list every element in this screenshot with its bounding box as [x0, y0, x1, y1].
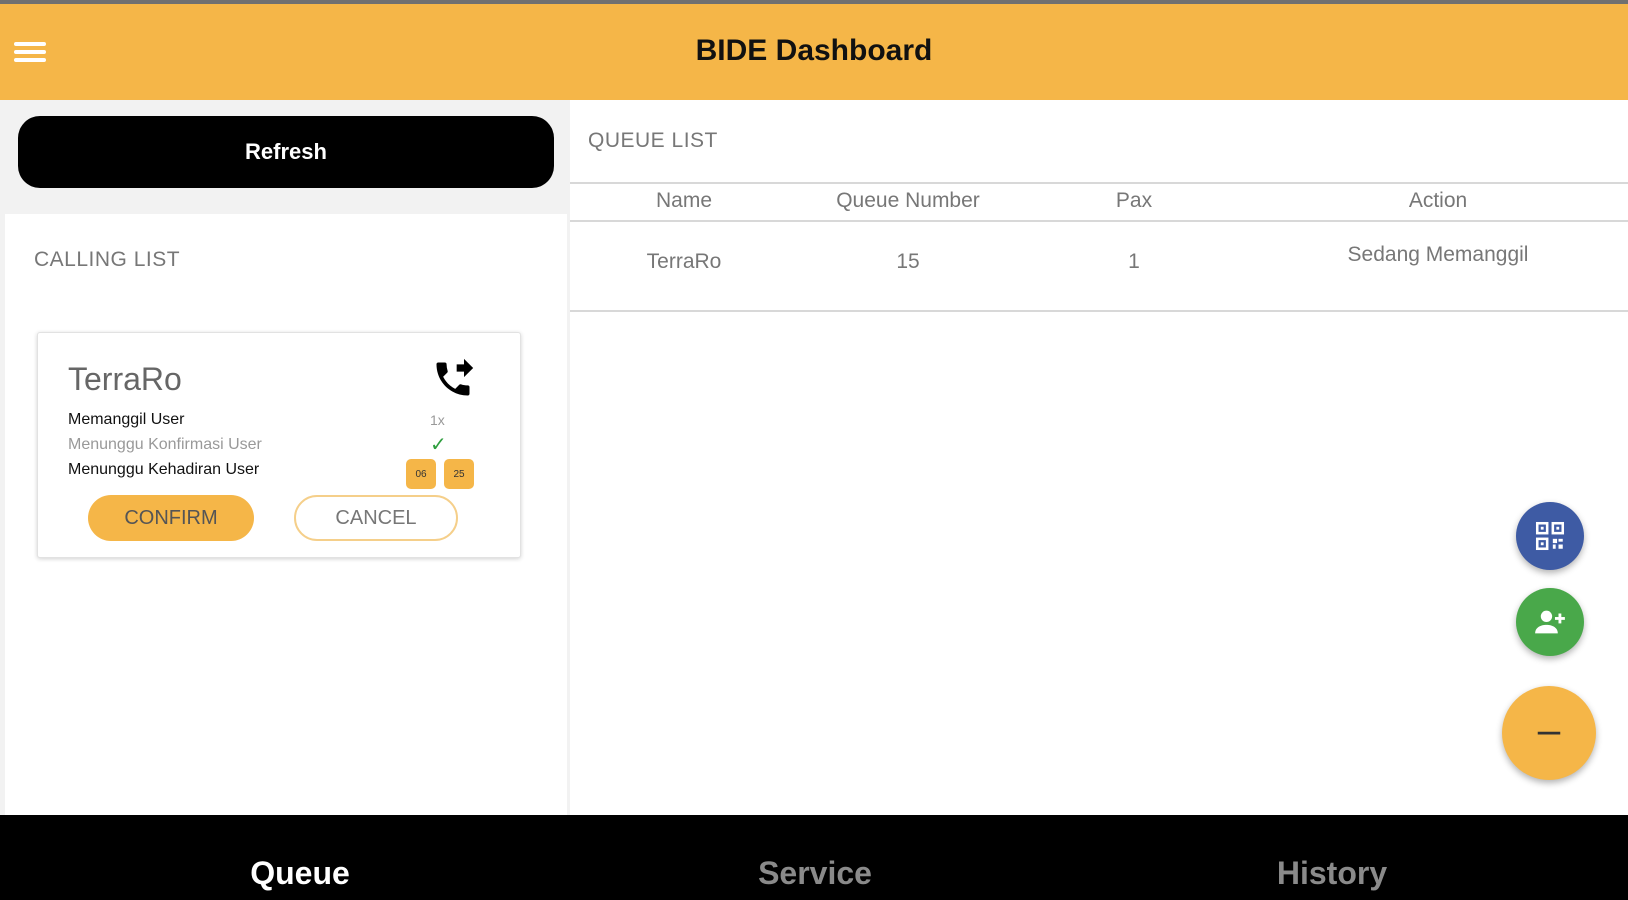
confirm-button[interactable]: CONFIRM [88, 495, 254, 541]
nav-tab-service[interactable]: Service [758, 855, 872, 892]
row-name: TerraRo [646, 250, 722, 273]
check-icon: ✓ [430, 434, 447, 456]
nav-tab-queue[interactable]: Queue [250, 855, 350, 892]
left-column: Refresh CALLING LIST TerraRo Memanggil U… [0, 100, 570, 815]
calling-user-name: TerraRo [68, 361, 182, 397]
bottom-navigation: Queue Service History [0, 815, 1628, 900]
phone-forwarded-icon[interactable] [430, 357, 476, 401]
add-user-button[interactable] [1516, 588, 1584, 656]
app-title: BIDE Dashboard [695, 34, 933, 67]
queue-table: Name Queue Number Pax Action TerraRo 15 … [570, 182, 1628, 312]
calling-card: TerraRo Memanggil User 1x Menunggu Konfi… [37, 332, 521, 558]
collapse-fab-button[interactable] [1502, 686, 1596, 780]
cancel-button[interactable]: CANCEL [294, 495, 458, 541]
timer-seconds: 25 [444, 459, 474, 489]
scan-qr-button[interactable] [1516, 502, 1584, 570]
table-row[interactable]: TerraRo 15 1 Sedang Memanggil [570, 222, 1628, 312]
queue-list-panel: QUEUE LIST Name Queue Number Pax Action … [570, 100, 1628, 815]
timer-minutes: 06 [406, 459, 436, 489]
refresh-button[interactable]: Refresh [18, 116, 554, 188]
column-header-name: Name [655, 189, 713, 212]
queue-list-label: QUEUE LIST [588, 129, 718, 152]
status-waiting-arrival: Menunggu Kehadiran User [68, 461, 260, 478]
row-action-status[interactable]: Sedang Memanggil [1348, 243, 1529, 267]
column-header-pax: Pax [1115, 189, 1153, 212]
minus-icon [1537, 731, 1561, 735]
add-user-icon [1535, 610, 1565, 634]
column-header-queue-number: Queue Number [836, 189, 980, 212]
calling-list-label: CALLING LIST [34, 248, 181, 271]
status-calling-user: Memanggil User [68, 411, 185, 428]
qr-code-icon [1535, 521, 1565, 551]
call-count: 1x [430, 412, 445, 428]
row-pax: 1 [1128, 250, 1140, 273]
status-waiting-confirmation: Menunggu Konfirmasi User [68, 436, 262, 453]
column-header-action: Action [1408, 189, 1468, 212]
calling-list-panel: CALLING LIST TerraRo Memanggil User 1x M… [5, 214, 567, 815]
row-queue-number: 15 [896, 250, 920, 273]
top-app-bar: BIDE Dashboard [0, 0, 1628, 100]
nav-tab-history[interactable]: History [1277, 855, 1387, 892]
table-header: Name Queue Number Pax Action [570, 182, 1628, 222]
